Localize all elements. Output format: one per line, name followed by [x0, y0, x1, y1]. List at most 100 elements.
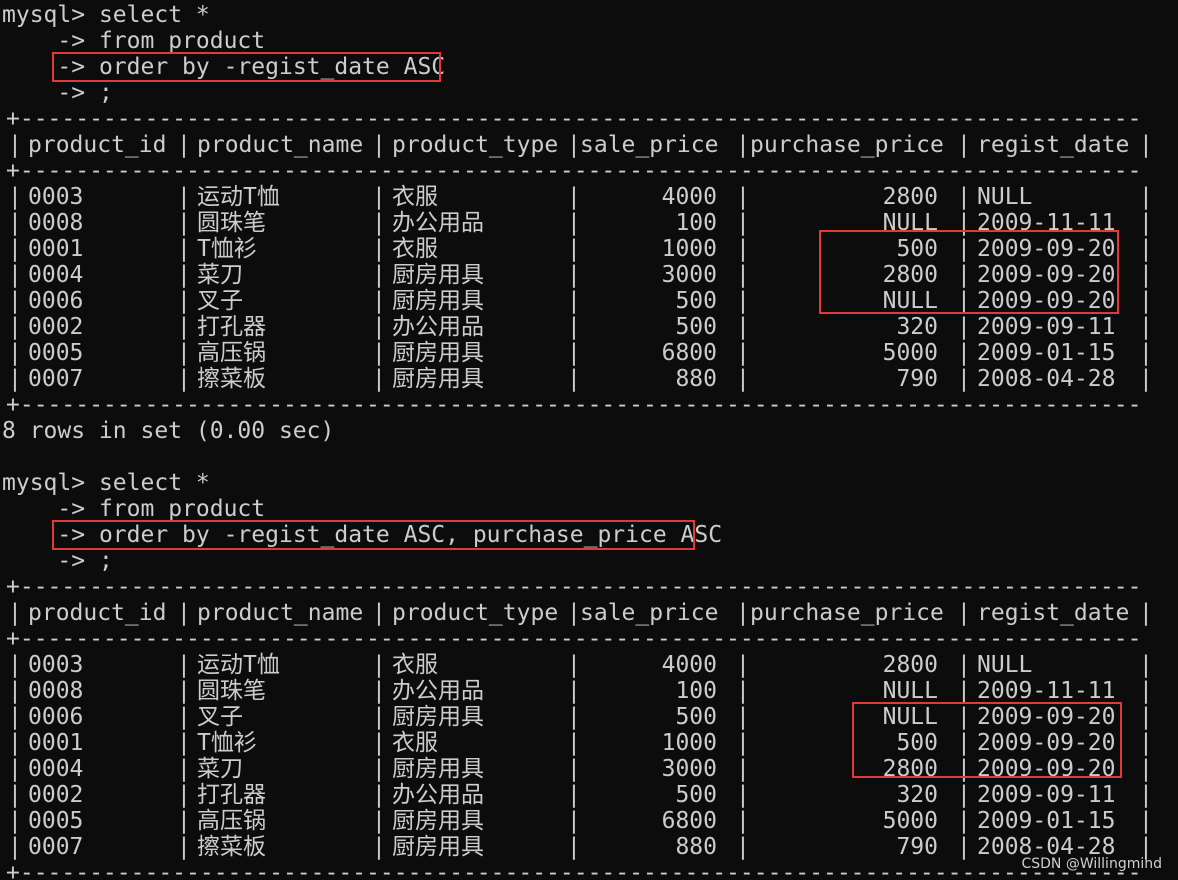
- table-cell: 2009-11-11: [977, 678, 1116, 704]
- table-column-divider: |: [372, 652, 386, 678]
- table-column-divider: |: [372, 782, 386, 808]
- table-column-divider: |: [1139, 782, 1153, 808]
- table-cell: 2800: [882, 184, 938, 210]
- table-column-divider: |: [177, 808, 191, 834]
- table-column-divider: |: [957, 652, 971, 678]
- table-column-divider: |: [1139, 262, 1153, 288]
- table-column-divider: |: [567, 132, 581, 158]
- table-column-divider: |: [1139, 808, 1153, 834]
- continuation-line: -> ;: [2, 548, 113, 574]
- table-cell: 500: [675, 782, 717, 808]
- table-column-divider: |: [567, 366, 581, 392]
- table-column-divider: |: [1139, 652, 1153, 678]
- table-column-divider: |: [567, 210, 581, 236]
- table-column-divider: |: [567, 184, 581, 210]
- table-column-divider: |: [177, 236, 191, 262]
- column-header: product_type: [392, 600, 559, 626]
- table-cell: 500: [675, 288, 717, 314]
- table-cell: 0005: [28, 340, 84, 366]
- terminal-window[interactable]: mysql> select * -> from product -> order…: [0, 0, 1178, 880]
- table-column-divider: |: [1139, 236, 1153, 262]
- table-column-divider: |: [567, 730, 581, 756]
- table-column-divider: |: [372, 314, 386, 340]
- table-column-divider: |: [8, 210, 22, 236]
- table-cell: 衣服: [392, 236, 438, 262]
- continuation-line: -> ;: [2, 80, 112, 106]
- table-cell: 0006: [28, 288, 84, 314]
- table-cell: 打孔器: [197, 314, 266, 340]
- table-cell: 2009-09-11: [977, 782, 1116, 808]
- table-cell: 厨房用具: [392, 340, 484, 366]
- table-cell: T恤衫: [197, 730, 257, 756]
- table-column-divider: |: [372, 340, 386, 366]
- table-column-divider: |: [372, 236, 386, 262]
- table-cell: 6800: [661, 808, 717, 834]
- table-cell: 办公用品: [392, 314, 484, 340]
- result-status: 8 rows in set (0.00 sec): [2, 418, 335, 444]
- prompt-line: mysql> select *: [2, 470, 210, 496]
- table-column-divider: |: [957, 834, 971, 860]
- table-column-divider: |: [372, 808, 386, 834]
- table-column-divider: |: [1139, 210, 1153, 236]
- table-cell: 0004: [28, 756, 84, 782]
- table-column-divider: |: [957, 132, 971, 158]
- table-column-divider: |: [372, 132, 386, 158]
- table-column-divider: |: [177, 600, 191, 626]
- table-cell: 320: [896, 782, 938, 808]
- table-column-divider: |: [8, 132, 22, 158]
- table-cell: 厨房用具: [392, 262, 484, 288]
- table-cell: 5000: [882, 340, 938, 366]
- order-by-highlight-box: [52, 52, 441, 82]
- table-cell: 厨房用具: [392, 834, 484, 860]
- table-column-divider: |: [1139, 184, 1153, 210]
- table-cell: 0007: [28, 366, 84, 392]
- table-cell: 0002: [28, 314, 84, 340]
- column-header: product_id: [28, 600, 167, 626]
- table-cell: 4000: [661, 652, 717, 678]
- table-column-divider: |: [736, 184, 750, 210]
- table-column-divider: |: [177, 366, 191, 392]
- table-cell: 880: [675, 834, 717, 860]
- query-text: select *: [98, 470, 210, 496]
- table-cell: 0008: [28, 678, 84, 704]
- table-cell: 2009-01-15: [977, 340, 1116, 366]
- table-column-divider: |: [8, 600, 22, 626]
- continuation-prompt: ->: [57, 496, 86, 522]
- table-column-divider: |: [567, 704, 581, 730]
- table-cell: 0003: [28, 652, 84, 678]
- column-header: purchase_price: [750, 600, 944, 626]
- table-column-divider: |: [957, 340, 971, 366]
- table-column-divider: |: [957, 678, 971, 704]
- table-cell: 0003: [28, 184, 84, 210]
- table-cell: 圆珠笔: [197, 210, 266, 236]
- table-cell: 5000: [882, 808, 938, 834]
- mysql-prompt: mysql>: [2, 2, 86, 28]
- table-cell: NULL: [977, 652, 1033, 678]
- continuation-line: -> from product: [2, 28, 265, 54]
- table-column-divider: |: [567, 834, 581, 860]
- table-column-divider: |: [372, 834, 386, 860]
- column-header: regist_date: [977, 132, 1130, 158]
- table-column-divider: |: [177, 184, 191, 210]
- query-text: ;: [98, 548, 113, 574]
- table-cell: 打孔器: [197, 782, 266, 808]
- table-column-divider: |: [8, 704, 22, 730]
- table-column-divider: |: [1139, 678, 1153, 704]
- table-cell: 菜刀: [197, 756, 243, 782]
- table-column-divider: |: [8, 652, 22, 678]
- table-column-divider: |: [177, 704, 191, 730]
- table-cell: 0008: [28, 210, 84, 236]
- table-cell: 500: [675, 314, 717, 340]
- continuation-prompt: ->: [57, 80, 86, 106]
- table-column-divider: |: [957, 314, 971, 340]
- table-cell: 高压锅: [197, 808, 266, 834]
- table-column-divider: |: [736, 366, 750, 392]
- table-cell: 厨房用具: [392, 704, 484, 730]
- table-cell: 0002: [28, 782, 84, 808]
- table-column-divider: |: [957, 184, 971, 210]
- table-column-divider: |: [1139, 288, 1153, 314]
- table-column-divider: |: [177, 262, 191, 288]
- column-header: product_id: [28, 132, 167, 158]
- table-cell: 办公用品: [392, 782, 484, 808]
- table-column-divider: |: [177, 132, 191, 158]
